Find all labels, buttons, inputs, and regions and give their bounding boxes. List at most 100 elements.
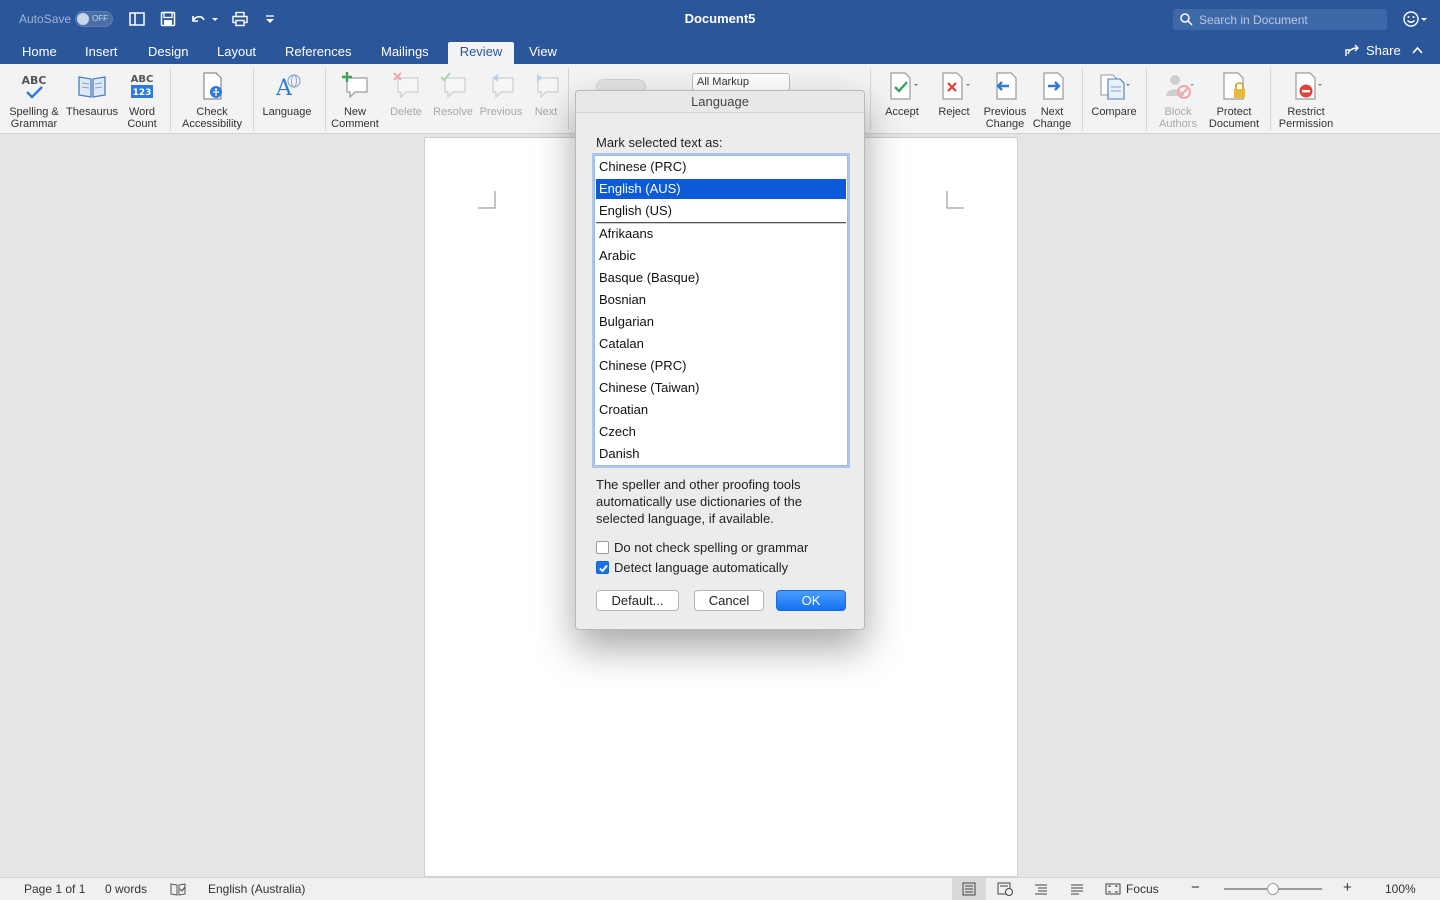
ok-button[interactable]: OK bbox=[776, 590, 846, 611]
restrict-permission-button[interactable]: Restrict Permission bbox=[1274, 64, 1338, 134]
tab-insert[interactable]: Insert bbox=[76, 42, 127, 64]
web-layout-icon[interactable] bbox=[997, 882, 1013, 896]
tab-mailings[interactable]: Mailings bbox=[372, 42, 438, 64]
previous-comment-icon bbox=[492, 74, 514, 99]
zoom-in-button[interactable]: + bbox=[1343, 879, 1352, 896]
sidebar-icon[interactable] bbox=[128, 10, 146, 28]
spelling-label-1: Spelling & bbox=[9, 106, 59, 118]
previous-comment-button[interactable]: Previous bbox=[476, 64, 526, 134]
feedback-smiley-icon[interactable] bbox=[1402, 10, 1428, 28]
ribbon-separator bbox=[253, 68, 254, 130]
compare-button[interactable]: Compare bbox=[1088, 64, 1140, 134]
protect-document-button[interactable]: Protect Document bbox=[1204, 64, 1264, 134]
language-label: Language bbox=[262, 106, 312, 118]
cancel-button[interactable]: Cancel bbox=[694, 590, 764, 611]
accept-icon bbox=[890, 72, 918, 100]
spelling-check-icon: ABC bbox=[22, 74, 46, 99]
print-icon[interactable] bbox=[231, 10, 249, 28]
search-icon bbox=[1180, 13, 1193, 26]
reject-button[interactable]: Reject bbox=[930, 64, 978, 134]
new-comment-button[interactable]: New Comment bbox=[330, 64, 380, 134]
autosave-toggle-knob bbox=[77, 13, 89, 25]
block-authors-label-2: Authors bbox=[1159, 118, 1197, 130]
spelling-grammar-button[interactable]: ABC Spelling & Grammar bbox=[4, 64, 64, 134]
dialog-title: Language bbox=[576, 91, 864, 113]
print-layout-icon[interactable] bbox=[961, 882, 977, 896]
search-input[interactable] bbox=[1199, 11, 1379, 28]
word-count-button[interactable]: ABC 123 Word Count bbox=[120, 64, 164, 134]
collapse-ribbon-chevron-icon[interactable] bbox=[1412, 46, 1423, 54]
language-option[interactable]: English (AUS) bbox=[596, 179, 846, 199]
zoom-slider-knob[interactable] bbox=[1267, 883, 1279, 895]
crop-mark-left bbox=[478, 191, 496, 209]
tab-references[interactable]: References bbox=[276, 42, 360, 64]
language-option[interactable]: Czech bbox=[596, 422, 846, 442]
outline-view-icon[interactable] bbox=[1033, 882, 1049, 896]
language-option[interactable]: Afrikaans bbox=[596, 224, 846, 244]
draft-view-icon[interactable] bbox=[1069, 882, 1085, 896]
accept-button[interactable]: Accept bbox=[878, 64, 926, 134]
compare-icon bbox=[1100, 74, 1130, 100]
tab-layout[interactable]: Layout bbox=[208, 42, 265, 64]
language-option[interactable]: Croatian bbox=[596, 400, 846, 420]
delete-label: Delete bbox=[390, 106, 422, 118]
previous-change-icon bbox=[996, 72, 1017, 100]
zoom-out-button[interactable]: − bbox=[1191, 879, 1200, 896]
language-dialog: Language Mark selected text as: Chinese … bbox=[575, 90, 865, 630]
share-button[interactable]: Share bbox=[1366, 43, 1401, 58]
language-button[interactable]: A Language bbox=[258, 64, 316, 134]
crop-mark-right bbox=[946, 191, 964, 209]
zoom-level[interactable]: 100% bbox=[1385, 882, 1416, 896]
restrict-permission-icon bbox=[1295, 72, 1322, 100]
language-option[interactable]: Bulgarian bbox=[596, 312, 846, 332]
default-button[interactable]: Default... bbox=[596, 590, 679, 611]
language-option[interactable]: Basque (Basque) bbox=[596, 268, 846, 288]
delete-comment-button[interactable]: Delete bbox=[382, 64, 430, 134]
language-option[interactable]: Danish bbox=[596, 444, 846, 464]
protect-doc-label-2: Document bbox=[1208, 118, 1260, 130]
share-icon[interactable] bbox=[1344, 44, 1360, 58]
tab-design[interactable]: Design bbox=[139, 42, 197, 64]
language-option[interactable]: Chinese (PRC) bbox=[596, 356, 846, 376]
delete-comment-icon bbox=[393, 72, 419, 99]
language-option[interactable]: Chinese (Taiwan) bbox=[596, 378, 846, 398]
tab-home[interactable]: Home bbox=[13, 42, 66, 64]
accessibility-icon bbox=[203, 72, 222, 100]
search-box[interactable] bbox=[1173, 9, 1387, 30]
language-option[interactable]: Arabic bbox=[596, 246, 846, 266]
block-authors-label-1: Block bbox=[1164, 106, 1192, 118]
save-icon[interactable] bbox=[159, 10, 177, 28]
undo-icon[interactable] bbox=[189, 10, 207, 28]
undo-dropdown-icon[interactable] bbox=[210, 10, 220, 28]
word-count[interactable]: 0 words bbox=[105, 882, 147, 896]
proofing-book-icon[interactable] bbox=[170, 882, 186, 896]
reject-label: Reject bbox=[938, 106, 970, 118]
page-count[interactable]: Page 1 of 1 bbox=[24, 882, 85, 896]
language-option[interactable]: Bosnian bbox=[596, 290, 846, 310]
thesaurus-button[interactable]: Thesaurus bbox=[64, 64, 120, 134]
no-check-checkbox[interactable] bbox=[596, 541, 609, 554]
next-comment-button[interactable]: Next bbox=[526, 64, 566, 134]
previous-label: Previous bbox=[479, 106, 523, 118]
next-change-button[interactable]: Next Change bbox=[1030, 64, 1074, 134]
autosave-toggle[interactable]: OFF bbox=[75, 11, 113, 27]
block-authors-button[interactable]: Block Authors bbox=[1152, 64, 1204, 134]
language-list[interactable]: Chinese (PRC) English (AUS) English (US) Af… bbox=[594, 155, 848, 466]
check-accessibility-button[interactable]: Check Accessibility bbox=[176, 64, 248, 134]
language-option[interactable]: English (US) bbox=[596, 201, 846, 221]
focus-icon[interactable] bbox=[1105, 882, 1121, 896]
focus-button[interactable]: Focus bbox=[1126, 882, 1159, 896]
language-option[interactable]: Chinese (PRC) bbox=[596, 157, 846, 177]
language-option[interactable]: Catalan bbox=[596, 334, 846, 354]
markup-select[interactable]: All Markup bbox=[692, 73, 790, 91]
status-language[interactable]: English (Australia) bbox=[208, 882, 305, 896]
svg-text:A: A bbox=[275, 76, 293, 101]
dialog-description: The speller and other proofing tools aut… bbox=[596, 477, 802, 526]
customize-toolbar-icon[interactable] bbox=[263, 10, 277, 28]
prev-change-label-1: Previous bbox=[983, 106, 1027, 118]
tab-view[interactable]: View bbox=[520, 42, 566, 64]
detect-language-checkbox[interactable] bbox=[596, 561, 609, 574]
previous-change-button[interactable]: Previous Change bbox=[980, 64, 1030, 134]
tab-review[interactable]: Review bbox=[448, 42, 514, 64]
resolve-comment-button[interactable]: Resolve bbox=[430, 64, 476, 134]
